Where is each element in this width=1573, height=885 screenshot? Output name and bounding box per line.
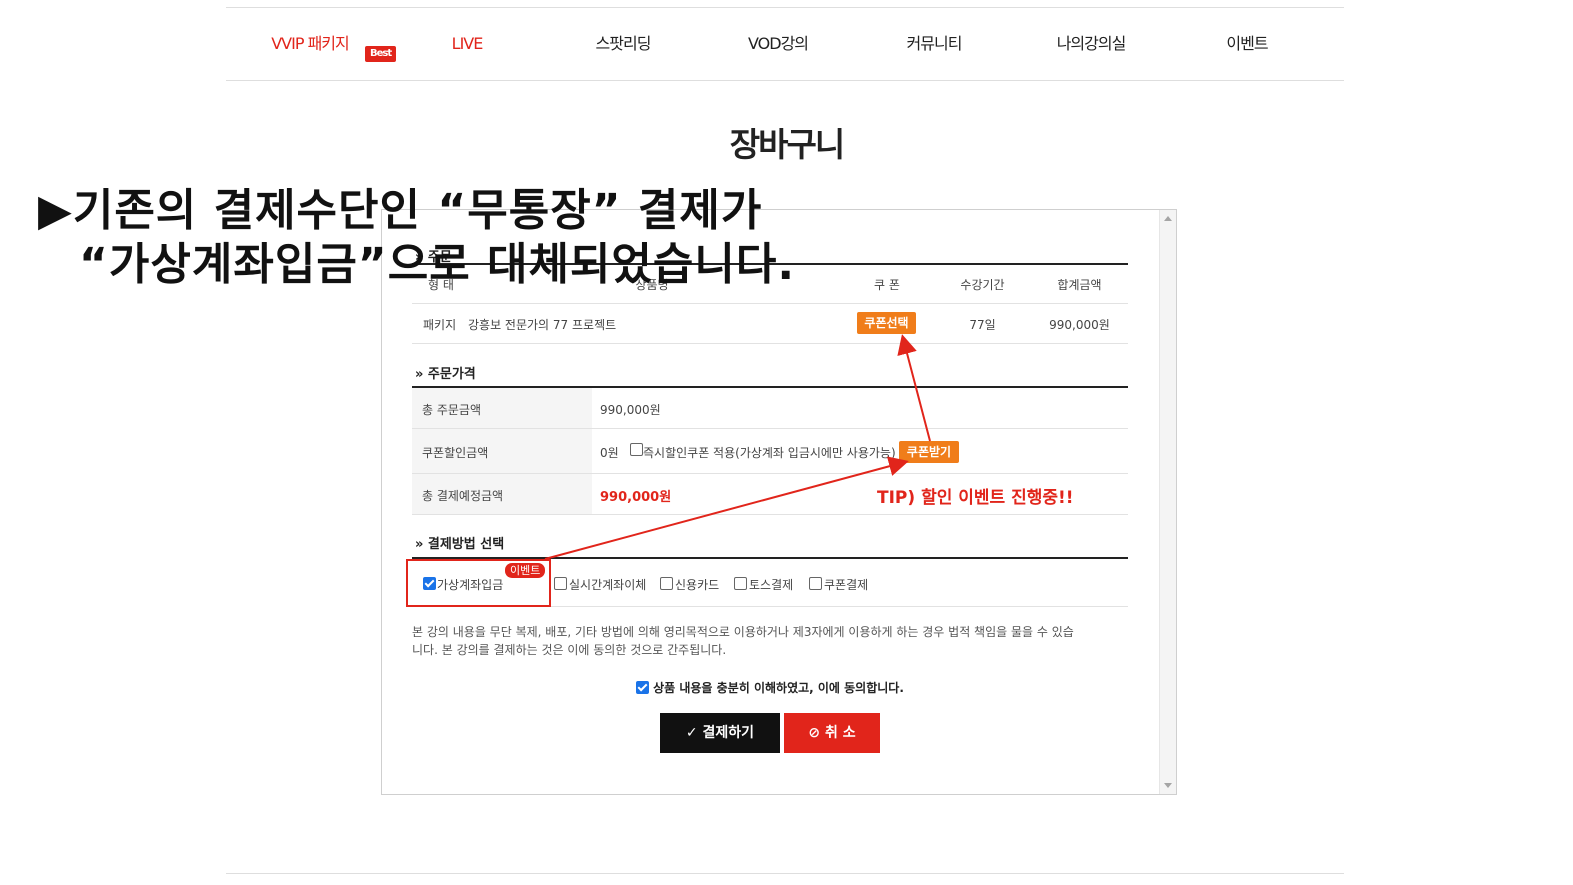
annotation-arrows — [544, 334, 931, 560]
arrow-to-coupon-select — [897, 334, 931, 442]
arrow-to-get-coupon — [544, 456, 909, 560]
